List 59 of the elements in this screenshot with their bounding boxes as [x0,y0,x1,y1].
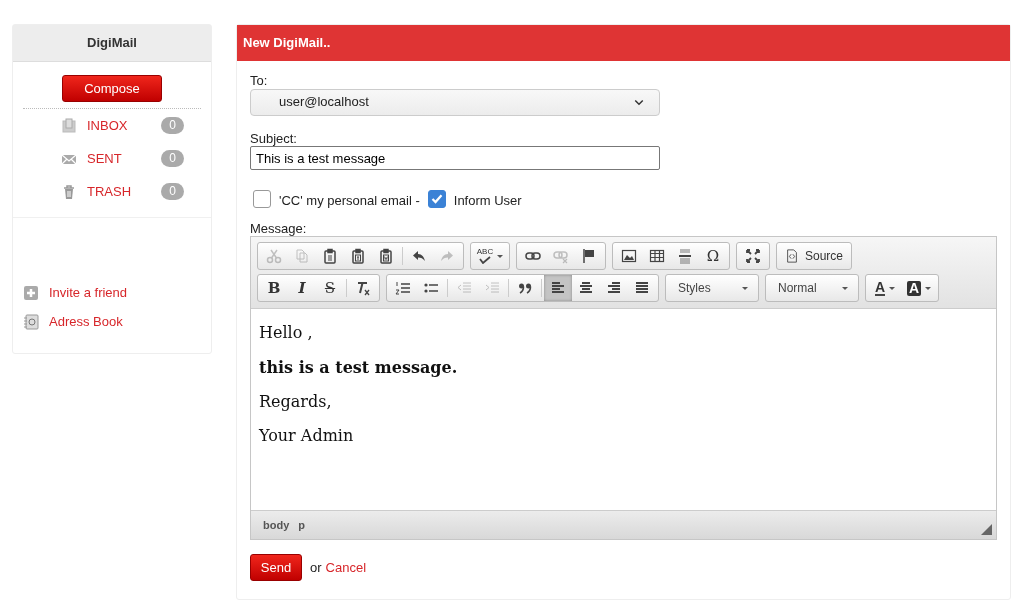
spellcheck-button[interactable]: ABC [473,243,507,270]
recipient-select[interactable]: user@localhost [250,88,660,116]
style-dropdown[interactable]: Normal [768,275,856,302]
format-button[interactable]: I [288,275,316,302]
paste-icon [322,248,338,265]
element-path-link[interactable]: p [298,518,305,532]
or-text: or [310,560,322,576]
folder-link[interactable]: SENT [87,148,161,169]
paste-text-icon [350,248,366,265]
format-button[interactable]: Ω [699,243,727,270]
count-badge: 0 [161,150,184,167]
sidebar-link[interactable]: Adress Book [49,311,123,332]
source-button[interactable]: Source [779,249,850,264]
compose-button[interactable]: Compose [62,75,162,102]
field-label: Message: [250,220,308,237]
field-label: To: [250,73,269,89]
cut-icon [266,248,282,265]
table-icon [649,248,665,265]
checkbox[interactable] [253,190,271,209]
cancel-link[interactable]: Cancel [325,560,367,576]
clear-format-icon [355,280,371,297]
send-button[interactable]: Send [250,554,302,582]
copy-icon [294,248,310,265]
address-book-icon [23,313,39,330]
message-text: Regards, [259,391,333,411]
image-icon [621,248,637,265]
horizontal-rule-icon [677,248,693,265]
app-title: DigiMail [13,25,211,62]
style-dropdown[interactable]: Styles [668,275,756,302]
trash-icon [61,183,77,200]
message-text: this is a test message. [259,357,459,377]
panel-title: New DigiMail.. [237,25,1010,61]
message-text: Your Admin [259,425,355,446]
format-button[interactable]: S [316,275,344,302]
plus-icon [23,284,39,301]
checkbox-label: Inform User [453,193,522,209]
folder-link[interactable]: TRASH [87,181,161,202]
background-color-button[interactable]: A [902,275,936,302]
subject-field[interactable]: This is a test message [250,146,660,171]
flag-icon [581,248,597,265]
count-badge: 0 [161,183,184,200]
field-label: Subject: [250,130,298,147]
source-icon [785,249,799,264]
sidebar-link[interactable]: Invite a friend [49,282,128,303]
folder-link[interactable]: INBOX [87,115,161,136]
message-text: Hello , [259,323,314,343]
checkbox-label: 'CC' my personal email - [279,193,420,209]
checkmark-icon [479,256,491,265]
checkbox[interactable] [427,190,446,209]
paste-word-icon [378,248,394,265]
format-button[interactable]: B [260,275,288,302]
unlink-icon [553,248,569,265]
align-left-button[interactable] [544,275,572,302]
count-badge: 0 [161,117,184,134]
text-color-button[interactable]: A [868,275,902,302]
resize-grip-icon[interactable] [981,524,992,536]
maximize-icon [745,248,761,265]
numbered-list-icon [395,280,411,297]
element-path-link[interactable]: body [263,518,290,532]
